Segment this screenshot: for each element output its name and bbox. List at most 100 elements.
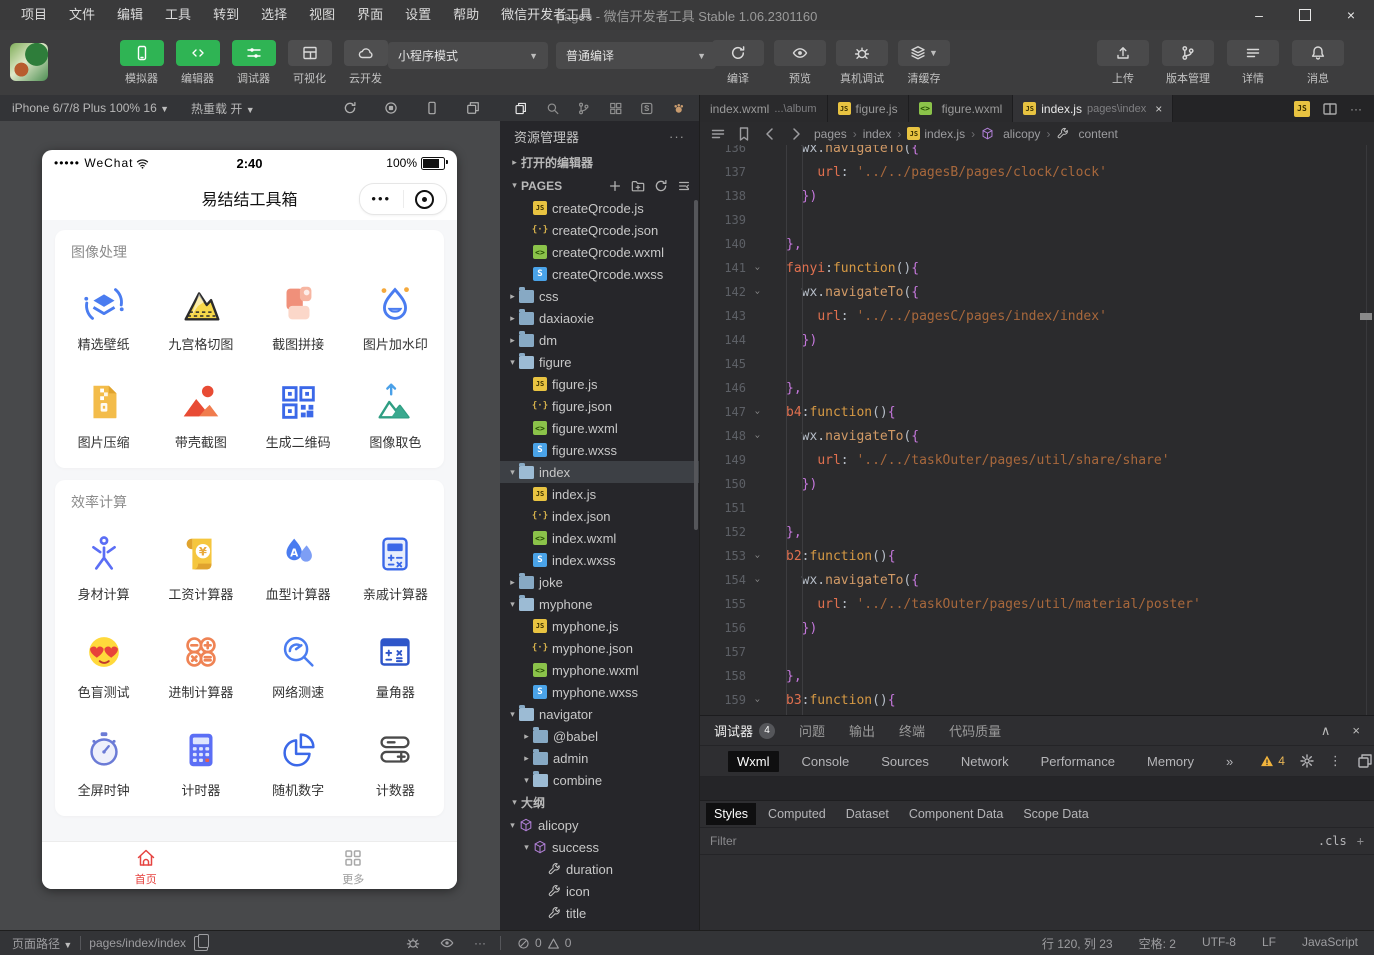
tree-item-duration[interactable]: duration bbox=[500, 858, 699, 880]
tree-item-icon[interactable]: icon bbox=[500, 880, 699, 902]
fold-chevron-icon[interactable]: › bbox=[746, 551, 768, 562]
tree-arrow-icon[interactable]: ▾ bbox=[520, 842, 533, 853]
new-file-icon[interactable] bbox=[608, 179, 622, 193]
tree-item-figure.wxml[interactable]: <>figure.wxml bbox=[500, 417, 699, 439]
outline-header[interactable]: ▾大纲 bbox=[500, 791, 699, 814]
breadcrumb-item-index[interactable]: index bbox=[863, 127, 892, 141]
tree-item-css[interactable]: ▸css bbox=[500, 285, 699, 307]
mode-button-layout[interactable]: 可视化 bbox=[286, 40, 333, 86]
open-js-file-icon[interactable]: JS bbox=[1294, 101, 1310, 117]
tree-item-createQrcode.wxss[interactable]: ScreateQrcode.wxss bbox=[500, 263, 699, 285]
tree-item-admin[interactable]: ▸admin bbox=[500, 747, 699, 769]
explorer-scrollbar[interactable] bbox=[694, 200, 698, 530]
action-layers[interactable]: ▼清缓存 bbox=[898, 40, 950, 86]
devtools-tab-Console[interactable]: Console bbox=[793, 751, 859, 772]
app-item[interactable]: 全屏时钟 bbox=[55, 714, 152, 812]
app-item[interactable]: 计时器 bbox=[152, 714, 249, 812]
editor-tab-index.wxml[interactable]: index.wxml...\album bbox=[700, 95, 828, 122]
devtools-tab-»[interactable]: » bbox=[1217, 751, 1242, 772]
exit-miniprogram-button[interactable] bbox=[404, 190, 447, 209]
devtools-tab-Memory[interactable]: Memory bbox=[1138, 751, 1203, 772]
filter-input[interactable]: Filter bbox=[710, 834, 737, 848]
statusbar-segment[interactable]: 行 120, 列 23 bbox=[1042, 935, 1113, 952]
plugin-paw-icon[interactable] bbox=[672, 101, 686, 116]
tree-item-index[interactable]: ▾index bbox=[500, 461, 699, 483]
tree-item-success[interactable]: ▾success bbox=[500, 836, 699, 858]
nav-back-icon[interactable] bbox=[762, 126, 778, 142]
action-bell[interactable]: 消息 bbox=[1292, 40, 1344, 86]
menu-item[interactable]: 设置 bbox=[394, 0, 442, 30]
tree-item-combine[interactable]: ▾combine bbox=[500, 769, 699, 791]
git-branch-icon[interactable] bbox=[577, 101, 591, 116]
app-item[interactable]: 量角器 bbox=[347, 616, 444, 714]
fold-chevron-icon[interactable]: › bbox=[746, 431, 768, 442]
hot-reload-toggle[interactable]: 热重载 开 ▼ bbox=[191, 100, 255, 117]
devtools-tab-Network[interactable]: Network bbox=[952, 751, 1018, 772]
gear-icon[interactable] bbox=[1299, 753, 1315, 769]
tree-item-title[interactable]: title bbox=[500, 902, 699, 924]
app-item[interactable]: 九宫格切图 bbox=[152, 268, 249, 366]
menu-item[interactable]: 界面 bbox=[346, 0, 394, 30]
app-item[interactable]: 进制计算器 bbox=[152, 616, 249, 714]
menu-item[interactable]: 编辑 bbox=[106, 0, 154, 30]
tree-arrow-icon[interactable]: ▾ bbox=[506, 467, 519, 478]
maximize-button[interactable] bbox=[1282, 0, 1328, 30]
minimize-button[interactable]: – bbox=[1236, 0, 1282, 30]
debugger-tab-调试器[interactable]: 调试器4 bbox=[714, 721, 775, 740]
editor-scrollbar[interactable] bbox=[1366, 145, 1367, 715]
tree-item-index.json[interactable]: {·}index.json bbox=[500, 505, 699, 527]
new-class-button[interactable]: .cls bbox=[1318, 834, 1347, 848]
app-item[interactable]: 图像取色 bbox=[347, 366, 444, 464]
mode-button-sliders[interactable]: 调试器 bbox=[230, 40, 277, 86]
style-tab-Dataset[interactable]: Dataset bbox=[838, 803, 897, 825]
mode-select[interactable]: 小程序模式 ▼ bbox=[388, 42, 548, 69]
more-menu-button[interactable]: ••• bbox=[360, 194, 403, 204]
problems-counter[interactable]: 0 0 bbox=[501, 936, 571, 950]
collapse-panel-icon[interactable]: ∧ bbox=[1321, 723, 1331, 739]
debugger-tab-问题[interactable]: 问题 bbox=[799, 721, 825, 740]
tree-arrow-icon[interactable]: ▸ bbox=[520, 731, 533, 742]
tab-home[interactable]: 首页 bbox=[42, 842, 250, 889]
files-icon[interactable] bbox=[514, 101, 528, 116]
menu-item[interactable]: 微信开发者工具 bbox=[490, 0, 603, 30]
page-path-select[interactable]: 页面路径 ▼ bbox=[12, 935, 72, 952]
tree-arrow-icon[interactable]: ▾ bbox=[506, 820, 519, 831]
style-tab-Styles[interactable]: Styles bbox=[706, 803, 756, 825]
app-item[interactable]: ¥工资计算器 bbox=[152, 518, 249, 616]
project-avatar[interactable] bbox=[10, 43, 48, 81]
app-item[interactable]: 随机数字 bbox=[250, 714, 347, 812]
tree-arrow-icon[interactable]: ▾ bbox=[506, 357, 519, 368]
action-branch[interactable]: 版本管理 bbox=[1162, 40, 1214, 86]
tree-arrow-icon[interactable]: ▸ bbox=[506, 313, 519, 324]
editor-tab-index.js[interactable]: JSindex.jspages\index× bbox=[1013, 95, 1173, 122]
tree-item-alicopy[interactable]: ▾alicopy bbox=[500, 814, 699, 836]
preview-eye-icon[interactable] bbox=[440, 936, 454, 950]
devtools-tab-Sources[interactable]: Sources bbox=[872, 751, 938, 772]
tree-item-myphone.wxss[interactable]: Smyphone.wxss bbox=[500, 681, 699, 703]
tree-item-createQrcode.json[interactable]: {·}createQrcode.json bbox=[500, 219, 699, 241]
app-item[interactable]: 计数器 bbox=[347, 714, 444, 812]
restart-icon[interactable] bbox=[343, 101, 357, 115]
vconsole-bug-icon[interactable] bbox=[406, 936, 420, 950]
bookmark-icon[interactable] bbox=[736, 126, 752, 142]
tree-item-index.wxml[interactable]: <>index.wxml bbox=[500, 527, 699, 549]
tree-arrow-icon[interactable]: ▾ bbox=[506, 709, 519, 720]
collapse-all-icon[interactable] bbox=[677, 179, 691, 193]
breadcrumb-item-alicopy[interactable]: alicopy bbox=[981, 127, 1040, 141]
tree-item-navigator[interactable]: ▾navigator bbox=[500, 703, 699, 725]
devtools-tab-Performance[interactable]: Performance bbox=[1032, 751, 1124, 772]
statusbar-segment[interactable]: UTF-8 bbox=[1202, 935, 1236, 952]
menu-item[interactable]: 项目 bbox=[10, 0, 58, 30]
fold-chevron-icon[interactable]: › bbox=[746, 263, 768, 274]
editor-tab-figure.wxml[interactable]: <>figure.wxml bbox=[909, 95, 1014, 122]
open-editors-row[interactable]: ▸打开的编辑器 bbox=[500, 151, 699, 174]
tree-item-myphone.js[interactable]: JSmyphone.js bbox=[500, 615, 699, 637]
app-item[interactable]: 图片加水印 bbox=[347, 268, 444, 366]
code-area[interactable]: 136 wx.navigateTo({137 url: '../../pages… bbox=[700, 145, 1374, 715]
close-tab-icon[interactable]: × bbox=[1155, 102, 1162, 116]
debugger-tab-输出[interactable]: 输出 bbox=[849, 721, 875, 740]
tree-item-index.js[interactable]: JSindex.js bbox=[500, 483, 699, 505]
tree-arrow-icon[interactable]: ▾ bbox=[520, 775, 533, 786]
menu-item[interactable]: 视图 bbox=[298, 0, 346, 30]
device-select[interactable]: iPhone 6/7/8 Plus 100% 16 ▼ bbox=[12, 101, 169, 115]
